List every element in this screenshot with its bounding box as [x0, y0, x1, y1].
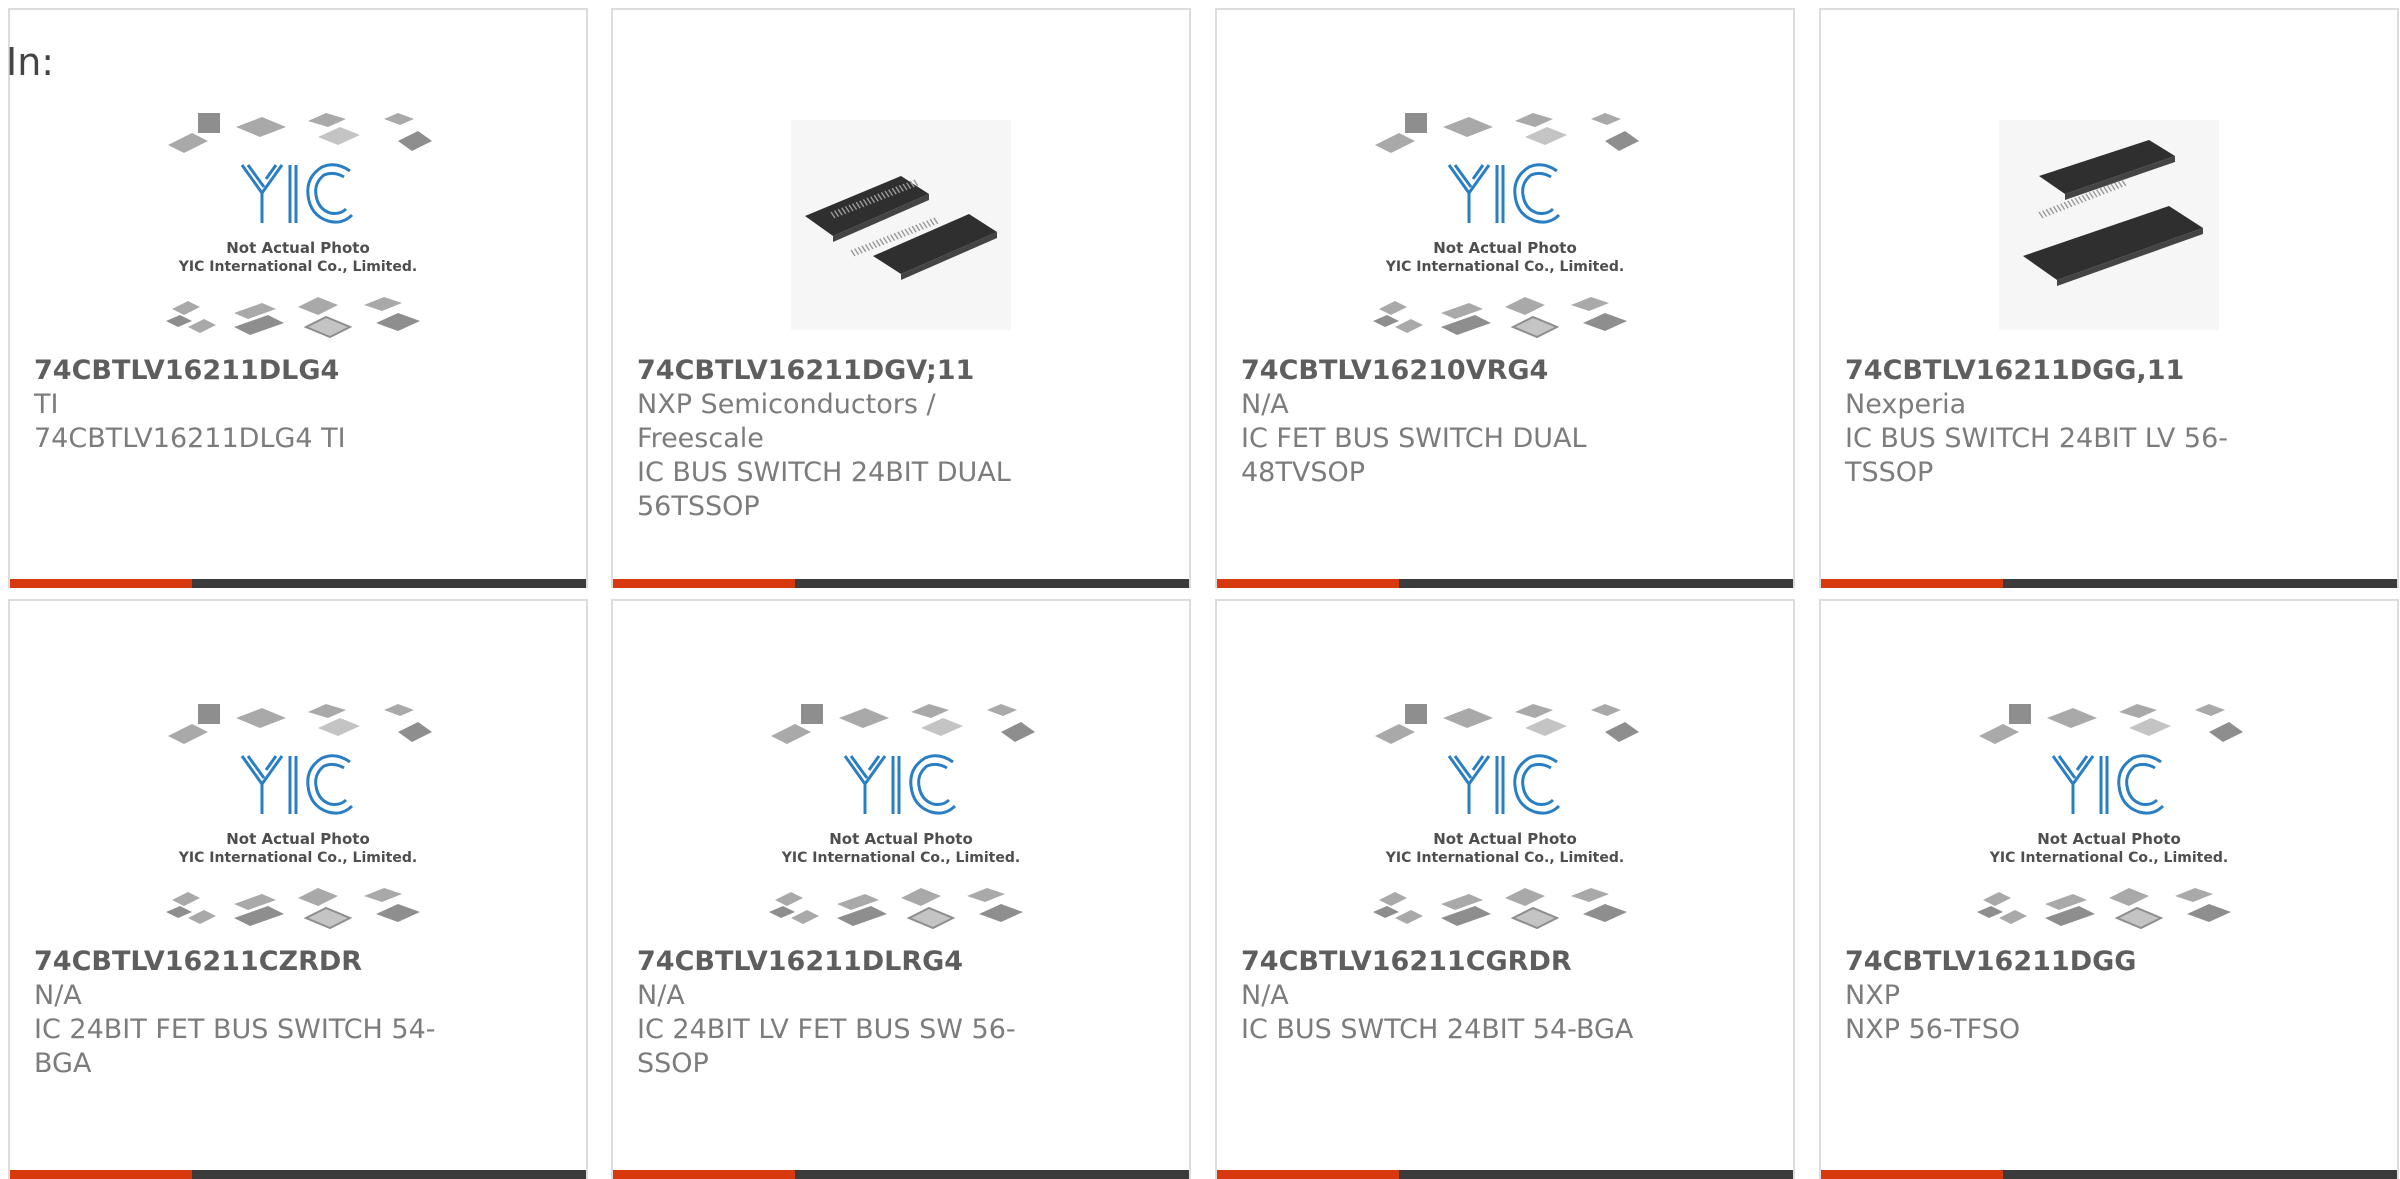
placeholder-company: YIC International Co., Limited.: [781, 850, 1020, 866]
placeholder-image[interactable]: Not Actual Photo YIC International Co., …: [613, 691, 1189, 941]
product-card[interactable]: Not Actual Photo YIC International Co., …: [1215, 599, 1795, 1179]
placeholder-company: YIC International Co., Limited.: [178, 259, 417, 275]
product-card[interactable]: Not Actual Photo YIC International Co., …: [8, 599, 588, 1179]
part-number-link[interactable]: 74CBTLV16211DGG,11: [1845, 354, 2373, 388]
card-accent-bar: [1217, 579, 1399, 588]
product-image[interactable]: [1821, 100, 2397, 350]
card-footer-bar: [10, 1170, 586, 1179]
card-accent-bar: [1821, 1170, 2003, 1179]
placeholder-company: YIC International Co., Limited.: [1989, 850, 2228, 866]
part-number-link[interactable]: 74CBTLV16211DLG4: [34, 354, 562, 388]
product-info: 74CBTLV16211DGG,11 Nexperia IC BUS SWITCH …: [1845, 354, 2373, 490]
card-footer-bar: [1821, 1170, 2397, 1179]
description: IC FET BUS SWITCH DUAL 48TVSOP: [1241, 423, 1587, 488]
placeholder-caption: Not Actual Photo: [226, 239, 370, 257]
product-info: 74CBTLV16211DLG4 TI 74CBTLV16211DLG4 TI: [34, 354, 562, 456]
manufacturer: N/A: [1241, 980, 1289, 1011]
product-info: 74CBTLV16211DGV;11 NXP Semiconductors / F…: [637, 354, 1165, 524]
placeholder-caption: Not Actual Photo: [1433, 830, 1577, 848]
placeholder-company: YIC International Co., Limited.: [1385, 259, 1624, 275]
product-info: 74CBTLV16211CZRDR N/A IC 24BIT FET BUS SWI…: [34, 945, 562, 1081]
manufacturer: Nexperia: [1845, 389, 1967, 420]
card-accent-bar: [1217, 1170, 1399, 1179]
description: NXP 56-TFSO: [1845, 1014, 2021, 1045]
placeholder-caption: Not Actual Photo: [1433, 239, 1577, 257]
filter-label: In:: [6, 40, 55, 84]
part-number-link[interactable]: 74CBTLV16210VRG4: [1241, 354, 1769, 388]
product-card[interactable]: Not Actual Photo YIC International Co., …: [1819, 599, 2399, 1179]
product-info: 74CBTLV16211CGRDR N/A IC BUS SWTCH 24BIT 5…: [1241, 945, 1769, 1047]
card-accent-bar: [1821, 579, 2003, 588]
placeholder-image[interactable]: Not Actual Photo YIC International Co., …: [1217, 100, 1793, 350]
product-info: 74CBTLV16210VRG4 N/A IC FET BUS SWITCH DUA…: [1241, 354, 1769, 490]
placeholder-caption: Not Actual Photo: [226, 830, 370, 848]
card-footer-bar: [1217, 1170, 1793, 1179]
card-footer-bar: [1821, 579, 2397, 588]
placeholder-image[interactable]: Not Actual Photo YIC International Co., …: [1821, 691, 2397, 941]
placeholder-company: YIC International Co., Limited.: [1385, 850, 1624, 866]
card-accent-bar: [613, 1170, 795, 1179]
part-number-link[interactable]: 74CBTLV16211DLRG4: [637, 945, 1165, 979]
product-card[interactable]: Not Actual Photo YIC International Co., …: [1215, 8, 1795, 588]
description: IC BUS SWITCH 24BIT DUAL 56TSSOP: [637, 457, 1011, 522]
part-number-link[interactable]: 74CBTLV16211DGV;11: [637, 354, 1165, 388]
placeholder-caption: Not Actual Photo: [829, 830, 973, 848]
placeholder-caption: Not Actual Photo: [2037, 830, 2181, 848]
card-footer-bar: [1217, 579, 1793, 588]
manufacturer: TI: [34, 389, 59, 420]
product-image[interactable]: [613, 100, 1189, 350]
description: IC BUS SWITCH 24BIT LV 56-TSSOP: [1845, 423, 2228, 488]
card-footer-bar: [613, 1170, 1189, 1179]
description: IC BUS SWTCH 24BIT 54-BGA: [1241, 1014, 1634, 1045]
manufacturer: N/A: [637, 980, 685, 1011]
placeholder-image[interactable]: Not Actual Photo YIC International Co., …: [10, 100, 586, 350]
card-footer-bar: [10, 579, 586, 588]
placeholder-image[interactable]: Not Actual Photo YIC International Co., …: [1217, 691, 1793, 941]
part-number-link[interactable]: 74CBTLV16211DGG: [1845, 945, 2373, 979]
manufacturer: NXP: [1845, 980, 1900, 1011]
description: 74CBTLV16211DLG4 TI: [34, 423, 346, 454]
product-card[interactable]: Not Actual Photo YIC International Co., …: [8, 8, 588, 588]
card-footer-bar: [613, 579, 1189, 588]
description: IC 24BIT FET BUS SWITCH 54-BGA: [34, 1014, 436, 1079]
product-card[interactable]: Not Actual Photo YIC International Co., …: [611, 599, 1191, 1179]
card-accent-bar: [10, 579, 192, 588]
product-info: 74CBTLV16211DLRG4 N/A IC 24BIT LV FET BUS …: [637, 945, 1165, 1081]
part-number-link[interactable]: 74CBTLV16211CGRDR: [1241, 945, 1769, 979]
manufacturer: N/A: [1241, 389, 1289, 420]
placeholder-image[interactable]: Not Actual Photo YIC International Co., …: [10, 691, 586, 941]
manufacturer: N/A: [34, 980, 82, 1011]
part-number-link[interactable]: 74CBTLV16211CZRDR: [34, 945, 562, 979]
product-card[interactable]: 74CBTLV16211DGV;11 NXP Semiconductors / F…: [611, 8, 1191, 588]
card-accent-bar: [10, 1170, 192, 1179]
product-card[interactable]: 74CBTLV16211DGG,11 Nexperia IC BUS SWITCH …: [1819, 8, 2399, 588]
product-info: 74CBTLV16211DGG NXP NXP 56-TFSO: [1845, 945, 2373, 1047]
placeholder-company: YIC International Co., Limited.: [178, 850, 417, 866]
manufacturer: NXP Semiconductors / Freescale: [637, 389, 936, 454]
description: IC 24BIT LV FET BUS SW 56-SSOP: [637, 1014, 1016, 1079]
card-accent-bar: [613, 579, 795, 588]
